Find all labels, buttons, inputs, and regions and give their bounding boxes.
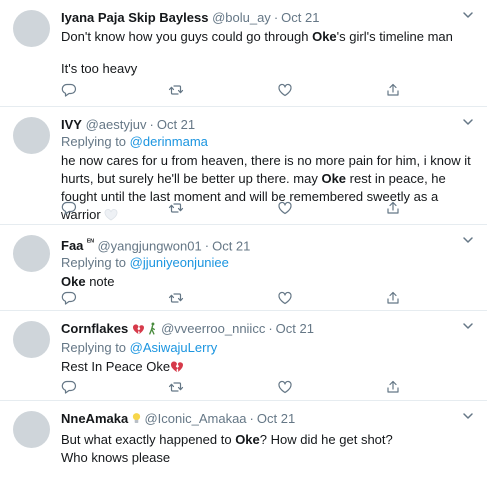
display-name[interactable]: IVY	[61, 117, 82, 132]
display-name-suffix: ᴱᴺ	[87, 238, 94, 247]
separator-dot: ·	[273, 10, 279, 25]
separator-dot: ·	[268, 321, 273, 336]
user-handle[interactable]: @vveerroo_nniicc	[161, 321, 265, 336]
tweet[interactable]: Iyana Paja Skip Bayless @bolu_ay · Oct 21 …	[0, 0, 487, 107]
display-name[interactable]: NneAmaka	[61, 411, 144, 426]
timestamp[interactable]: Oct 21	[257, 411, 295, 426]
chevron-down-icon[interactable]	[461, 233, 475, 247]
tweet-text-bold: Oke	[235, 432, 260, 447]
reply-to-link[interactable]: @derinmama	[130, 134, 208, 149]
reply-icon[interactable]	[61, 379, 77, 395]
display-name-text: Faa	[61, 238, 84, 254]
reply-icon[interactable]	[61, 290, 77, 306]
share-icon[interactable]	[385, 200, 401, 216]
tweet-actions	[61, 82, 401, 98]
tweet-text-part: Rest In Peace Oke	[61, 359, 171, 374]
heart-icon[interactable]	[277, 290, 293, 306]
replying-label: Replying to	[61, 134, 127, 149]
reply-to-link[interactable]: @AsiwajuLerry	[130, 340, 218, 355]
share-icon[interactable]	[385, 290, 401, 306]
tweet-text-part: It's too heavy	[61, 61, 138, 76]
reply-icon[interactable]	[61, 82, 77, 98]
separator-dot: ·	[204, 238, 210, 254]
tweet-text-part: Don't know how you guys could go through	[61, 29, 313, 44]
heart-icon[interactable]	[277, 200, 293, 216]
chevron-down-icon[interactable]	[461, 409, 475, 423]
tweet-text: Oke note	[61, 273, 475, 291]
replying-to: Replying to @jjuniyeonjuniee	[61, 254, 475, 271]
chevron-down-icon[interactable]	[461, 319, 475, 333]
avatar[interactable]	[13, 321, 50, 358]
timestamp[interactable]: Oct 21	[276, 321, 314, 336]
separator-dot: ·	[249, 411, 254, 426]
retweet-icon[interactable]	[168, 290, 184, 306]
broken-heart-icon	[132, 322, 145, 339]
user-handle[interactable]: @Iconic_Amakaa	[144, 411, 246, 426]
tweet[interactable]: NneAmaka @Iconic_Amakaa · Oct 21 But what …	[0, 401, 487, 489]
reply-to-link[interactable]: @jjuniyeonjuniee	[130, 255, 229, 270]
broken-heart-icon	[170, 360, 184, 378]
tweet-text-part: ? How did he get shot?	[259, 432, 393, 447]
tweet-text-bold: Oke	[61, 274, 86, 290]
share-icon[interactable]	[385, 82, 401, 98]
avatar[interactable]	[13, 117, 50, 154]
timestamp[interactable]: Oct 21	[281, 10, 319, 25]
reply-icon[interactable]	[61, 200, 77, 216]
replying-to: Replying to @AsiwajuLerry	[61, 339, 475, 356]
avatar[interactable]	[13, 10, 50, 47]
tweet-text-part: But what exactly happened to	[61, 432, 236, 447]
timestamp[interactable]: Oct 21	[212, 238, 250, 253]
tweet-text: But what exactly happened to Oke? How di…	[61, 431, 475, 467]
share-icon[interactable]	[385, 379, 401, 395]
tweet-actions	[61, 290, 401, 306]
light-bulb-icon	[132, 412, 141, 429]
tweet-text-part: 's girl's timeline man	[336, 29, 453, 44]
chevron-down-icon[interactable]	[461, 115, 475, 129]
display-name[interactable]: Cornflakes	[61, 321, 161, 336]
timestamp[interactable]: Oct 21	[157, 117, 195, 132]
person-walking-icon	[148, 322, 157, 339]
display-name[interactable]: Faa ᴱᴺ	[61, 238, 94, 253]
heart-icon[interactable]	[277, 82, 293, 98]
tweet-actions	[61, 200, 401, 216]
tweet[interactable]: Cornflakes @vveerroo_nniicc · Oct 21 Reply…	[0, 311, 487, 401]
replying-to: Replying to @derinmama	[61, 133, 475, 150]
tweet-text: Rest In Peace Oke	[61, 358, 475, 378]
user-handle[interactable]: @bolu_ay	[212, 10, 271, 25]
display-name[interactable]: Iyana Paja Skip Bayless	[61, 10, 208, 25]
tweet-actions	[61, 379, 401, 395]
retweet-icon[interactable]	[168, 200, 184, 216]
user-handle[interactable]: @aestyjuv	[86, 117, 147, 132]
tweet-text-part: note	[85, 274, 115, 290]
avatar[interactable]	[13, 411, 50, 448]
display-name-text: Cornflakes	[61, 321, 129, 336]
replying-label: Replying to	[61, 255, 127, 271]
heart-icon[interactable]	[277, 379, 293, 395]
tweet[interactable]: IVY @aestyjuv · Oct 21 Replying to @derinm…	[0, 107, 487, 225]
chevron-down-icon[interactable]	[461, 8, 475, 22]
tweet[interactable]: Faa ᴱᴺ @yangjungwon01 · Oct 21 Replying to…	[0, 225, 487, 311]
user-handle[interactable]: @yangjungwon01	[97, 238, 201, 253]
separator-dot: ·	[149, 117, 154, 132]
tweet-text-bold: Oke	[312, 29, 337, 44]
display-name-text: NneAmaka	[61, 411, 129, 426]
replying-label: Replying to	[61, 340, 127, 355]
retweet-icon[interactable]	[168, 82, 184, 98]
tweet-text-bold: Oke	[321, 171, 347, 186]
tweet-text-part: Who knows please	[61, 450, 171, 465]
tweet-text: Don't know how you guys could go through…	[61, 28, 475, 78]
avatar[interactable]	[13, 235, 50, 272]
retweet-icon[interactable]	[168, 379, 184, 395]
